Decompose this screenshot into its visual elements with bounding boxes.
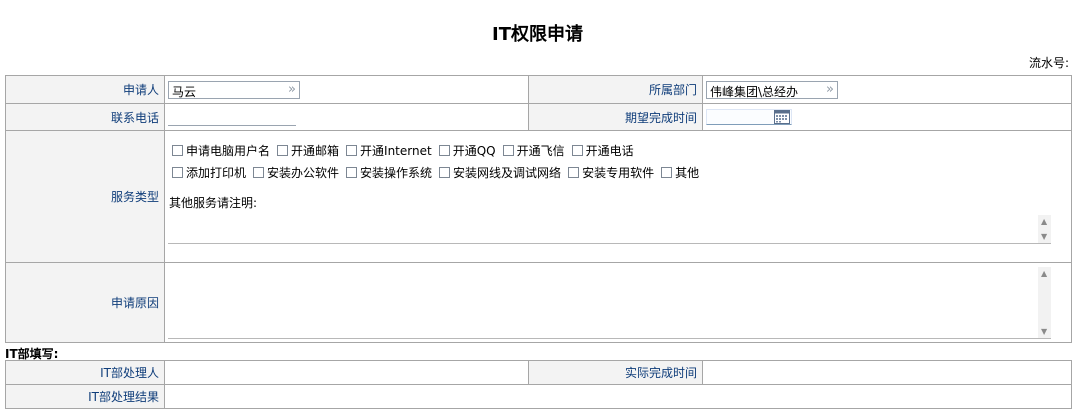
option-email[interactable]: 开通邮箱 <box>277 142 339 159</box>
reason-label: 申请原因 <box>5 262 165 343</box>
option-label: 开通邮箱 <box>291 143 340 158</box>
expected-time-label: 期望完成时间 <box>528 103 703 131</box>
checkbox[interactable] <box>571 144 583 156</box>
phone-label: 联系电话 <box>5 103 165 131</box>
it-handler-value[interactable] <box>164 360 529 385</box>
department-value: 伟峰集团\总经办 <box>710 84 799 99</box>
service-options-row-1: 申请电脑用户名 开通邮箱 开通Internet 开通QQ 开通飞信 开通电话 <box>172 140 1071 160</box>
checkbox[interactable] <box>661 166 673 178</box>
option-label: 安装网线及调试网络 <box>453 165 562 180</box>
checkbox[interactable] <box>346 166 358 178</box>
option-label: 开通飞信 <box>516 143 565 158</box>
scroll-up-icon[interactable]: ▲ <box>1041 269 1047 278</box>
checkbox[interactable] <box>172 144 183 156</box>
checkbox[interactable] <box>568 166 580 178</box>
double-chevron-right-icon[interactable]: » <box>826 82 834 97</box>
department-label: 所属部门 <box>528 75 703 104</box>
applicant-lookup[interactable]: 马云 » <box>168 80 300 99</box>
option-label: 其他 <box>675 165 700 180</box>
checkbox[interactable] <box>438 144 450 156</box>
actual-time-label: 实际完成时间 <box>528 360 703 385</box>
checkbox[interactable] <box>277 144 289 156</box>
department-lookup[interactable]: 伟峰集团\总经办 » <box>706 80 838 99</box>
option-install-os[interactable]: 安装操作系统 <box>346 164 432 181</box>
option-add-printer[interactable]: 添加打印机 <box>172 164 246 181</box>
option-label: 开通电话 <box>585 143 634 158</box>
double-chevron-right-icon[interactable]: » <box>288 82 296 97</box>
service-type-label: 服务类型 <box>5 130 165 263</box>
other-note-label: 其他服务请注明: <box>169 196 258 210</box>
option-qq[interactable]: 开通QQ <box>438 142 496 159</box>
option-label: 添加打印机 <box>186 165 247 180</box>
applicant-label: 申请人 <box>5 75 165 104</box>
checkbox[interactable] <box>346 144 358 156</box>
checkbox[interactable] <box>439 166 451 178</box>
option-label: 开通Internet <box>360 143 432 158</box>
phone-input[interactable] <box>168 109 296 126</box>
checkbox[interactable] <box>253 166 265 178</box>
checkbox[interactable] <box>502 144 514 156</box>
request-form-table: 申请人 马云 » 所属部门 伟峰集团\总经办 » 联系电话 期望完成时间 服务类… <box>5 75 1072 343</box>
calendar-icon[interactable] <box>774 110 790 124</box>
option-label: 安装办公软件 <box>267 165 340 180</box>
scrollbar[interactable]: ▲ ▼ <box>1038 267 1051 338</box>
option-label: 申请电脑用户名 <box>186 143 271 158</box>
option-network[interactable]: 安装网线及调试网络 <box>439 164 561 181</box>
option-internet[interactable]: 开通Internet <box>346 142 432 159</box>
option-phone[interactable]: 开通电话 <box>571 142 634 159</box>
applicant-value: 马云 <box>172 84 197 99</box>
option-label: 开通QQ <box>452 143 496 158</box>
it-handler-label: IT部处理人 <box>5 360 165 385</box>
option-fetion[interactable]: 开通飞信 <box>502 142 565 159</box>
option-computer-username[interactable]: 申请电脑用户名 <box>172 142 270 159</box>
other-note-textarea[interactable]: ▲ ▼ <box>168 215 1051 244</box>
page-title: IT权限申请 <box>492 24 583 45</box>
reason-textarea[interactable]: ▲ ▼ <box>168 267 1051 339</box>
serial-number-label: 流水号: <box>1028 56 1069 70</box>
option-label: 安装专用软件 <box>582 165 655 180</box>
scrollbar[interactable]: ▲ ▼ <box>1038 215 1051 243</box>
checkbox[interactable] <box>172 166 183 178</box>
service-options-row-2: 添加打印机 安装办公软件 安装操作系统 安装网线及调试网络 安装专用软件 其他 <box>172 162 1071 182</box>
it-result-value[interactable] <box>164 384 1072 409</box>
actual-time-value[interactable] <box>702 360 1072 385</box>
scroll-up-icon[interactable]: ▲ <box>1041 217 1047 226</box>
scroll-down-icon[interactable]: ▼ <box>1041 232 1047 241</box>
it-section-table: IT部处理人 实际完成时间 IT部处理结果 <box>5 360 1072 409</box>
option-office-software[interactable]: 安装办公软件 <box>253 164 339 181</box>
scroll-down-icon[interactable]: ▼ <box>1041 327 1047 336</box>
option-special-software[interactable]: 安装专用软件 <box>568 164 654 181</box>
expected-time-input[interactable] <box>706 109 792 125</box>
option-other[interactable]: 其他 <box>661 164 699 181</box>
option-label: 安装操作系统 <box>360 165 433 180</box>
it-result-label: IT部处理结果 <box>5 384 165 409</box>
